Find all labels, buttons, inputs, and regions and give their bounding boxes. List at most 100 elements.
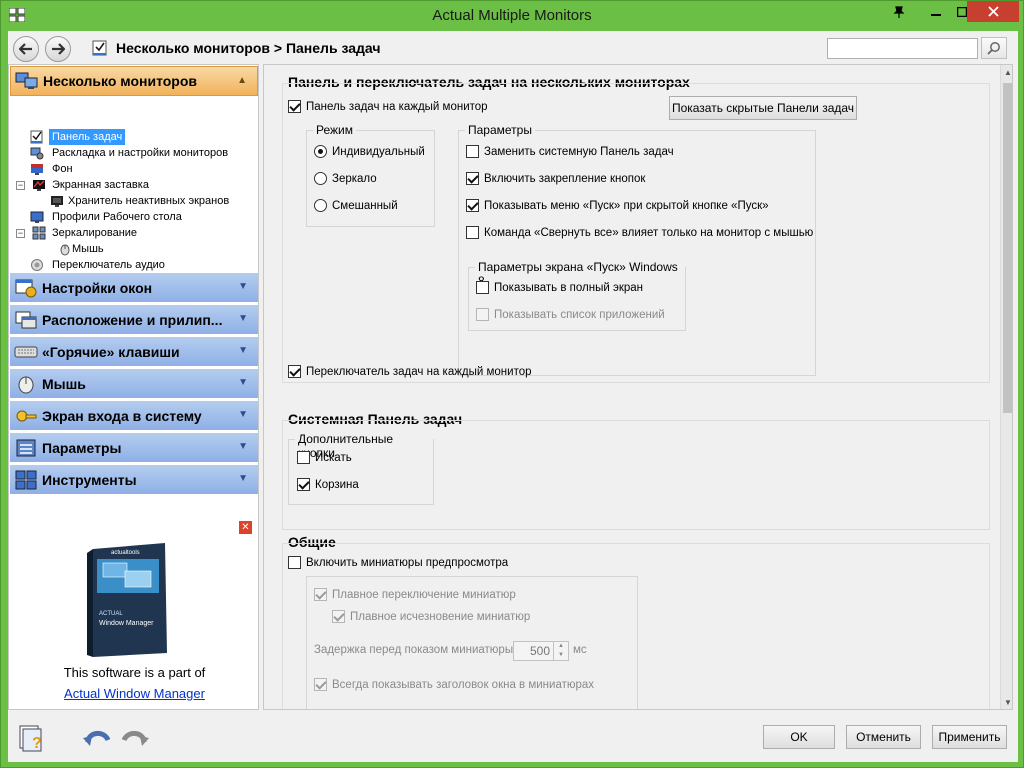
section-label: «Горячие» клавиши — [42, 343, 180, 360]
scroll-thumb[interactable] — [1003, 83, 1012, 413]
section-multiple-monitors[interactable]: Несколько мониторов ▲ — [10, 66, 258, 96]
svg-text:?: ? — [32, 735, 42, 752]
tree-item-taskbar[interactable]: Панель задач — [10, 129, 258, 145]
product-box-image: actualtools ACTUAL Window Manager — [87, 543, 167, 657]
arrow-right-icon — [52, 43, 65, 55]
smooth-fade-checkbox[interactable]: Плавное исчезновение миниатюр — [332, 610, 530, 623]
section-login-screen[interactable]: Экран входа в систему ▼ — [10, 401, 258, 431]
scroll-up-arrow[interactable]: ▲ — [1001, 65, 1012, 81]
search-button-checkbox[interactable]: Искать — [297, 451, 352, 464]
layout-icon — [14, 309, 38, 331]
cancel-button[interactable]: Отменить — [846, 725, 921, 749]
checkbox[interactable] — [288, 100, 301, 113]
section-hotkeys[interactable]: «Горячие» клавиши ▼ — [10, 337, 258, 367]
show-hidden-taskbars-button[interactable]: Показать скрытые Панели задач — [669, 96, 857, 120]
desktop-profiles-icon — [30, 211, 44, 223]
pin-icon[interactable] — [888, 1, 910, 22]
search-input[interactable] — [827, 38, 978, 59]
close-button[interactable] — [967, 1, 1019, 22]
redo-icon[interactable] — [120, 724, 150, 752]
section-label: Экран входа в систему — [42, 407, 202, 424]
start-fullscreen-checkbox[interactable]: Показывать в полный экран — [476, 281, 643, 294]
delay-spinbox[interactable]: 500 ▲ ▼ — [513, 641, 569, 661]
always-show-title-checkbox[interactable]: Всегда показывать заголовок окна в миниа… — [314, 678, 594, 691]
svg-text:ACTUAL: ACTUAL — [99, 611, 123, 617]
sidebar: Несколько мониторов ▲ Панель задач Раскл… — [8, 64, 259, 710]
tree-item-desktop-profiles[interactable]: Профили Рабочего стола — [10, 209, 258, 225]
svg-text:Window Manager: Window Manager — [99, 620, 154, 627]
inactive-screen-icon — [51, 196, 63, 207]
show-start-menu-checkbox[interactable]: Показывать меню «Пуск» при скрытой кнопк… — [466, 199, 769, 212]
section-window-settings[interactable]: Настройки окон ▼ — [10, 273, 258, 303]
minimize-all-mouse-monitor-checkbox[interactable]: Команда «Свернуть все» влияет только на … — [466, 226, 813, 239]
audio-icon — [31, 259, 43, 271]
monitors-icon — [15, 70, 39, 92]
section-label: Расположение и прилип... — [42, 311, 223, 328]
chevron-down-icon: ▼ — [238, 345, 248, 356]
recycle-bin-checkbox[interactable]: Корзина — [297, 478, 359, 491]
tree-item-label: Фон — [52, 163, 73, 175]
help-icon[interactable]: ? — [18, 724, 48, 752]
section-layout-snapping[interactable]: Расположение и прилип... ▼ — [10, 305, 258, 335]
tree-item-label: Панель задач — [49, 129, 126, 145]
taskbar-each-monitor-checkbox[interactable]: Панель задач на каждый монитор — [288, 100, 488, 113]
window-settings-icon — [14, 277, 38, 299]
minimize-button[interactable] — [922, 1, 949, 22]
chevron-down-icon: ▼ — [238, 313, 248, 324]
tree-item-label: Экранная заставка — [52, 179, 149, 191]
collapse-toggle[interactable]: − — [16, 229, 25, 238]
replace-system-taskbar-checkbox[interactable]: Заменить системную Панель задач — [466, 145, 674, 158]
tree-item-label: Зеркалирование — [52, 227, 138, 239]
taskbar-page-icon — [92, 40, 107, 56]
enable-pinning-checkbox[interactable]: Включить закрепление кнопок — [466, 172, 645, 185]
promo-link[interactable]: Actual Window Manager — [9, 686, 260, 701]
tree-item-inactive-screen-saver[interactable]: Хранитель неактивных экранов — [10, 193, 258, 209]
spin-arrows[interactable]: ▲ ▼ — [553, 642, 568, 660]
mode-mirror-radio[interactable]: Зеркало — [314, 172, 377, 185]
delay-label: Задержка перед показом миниатюры: — [314, 644, 517, 656]
undo-icon[interactable] — [82, 724, 112, 752]
tree-item-mirroring[interactable]: − Зеркалирование — [10, 225, 258, 241]
mouse-icon — [14, 373, 38, 395]
collapse-toggle[interactable]: − — [16, 181, 25, 190]
search-button[interactable] — [981, 37, 1007, 59]
scroll-down-arrow[interactable]: ▼ — [1001, 695, 1012, 709]
tree-item-monitor-layout[interactable]: Раскладка и настройки мониторов — [10, 145, 258, 161]
section-label: Параметры — [42, 439, 122, 456]
tree-item-audio-switcher[interactable]: Переключатель аудио — [10, 257, 258, 273]
tree-item-screensaver[interactable]: − Экранная заставка — [10, 177, 258, 193]
apply-button[interactable]: Применить — [932, 725, 1007, 749]
settings-panel: Панель и переключатель задач на нескольк… — [263, 64, 1013, 710]
vertical-scrollbar[interactable]: ▲ ▼ — [1000, 65, 1012, 709]
chevron-down-icon: ▼ — [238, 281, 248, 292]
promo-close-button[interactable]: ✕ — [239, 521, 252, 534]
section-mouse[interactable]: Мышь ▼ — [10, 369, 258, 399]
show-app-list-checkbox[interactable]: Показывать список приложений — [476, 308, 665, 321]
mirroring-icon — [32, 226, 46, 240]
enable-thumbnails-checkbox[interactable]: Включить миниатюры предпросмотра — [288, 556, 508, 569]
mode-mixed-radio[interactable]: Смешанный — [314, 199, 398, 212]
section-tools[interactable]: Инструменты ▼ — [10, 465, 258, 495]
forward-button[interactable] — [45, 36, 71, 62]
keyboard-icon — [14, 341, 38, 363]
arrow-left-icon — [19, 43, 32, 55]
tree-item-background[interactable]: Фон — [10, 161, 258, 177]
client-area: Несколько мониторов > Панель задач Неско… — [8, 31, 1018, 762]
chevron-down-icon: ▼ — [238, 409, 248, 420]
ok-button[interactable]: OK — [763, 725, 835, 749]
mode-individual-radio[interactable]: Индивидуальный — [314, 145, 425, 158]
nav-tree: Панель задач Раскладка и настройки монит… — [10, 129, 258, 273]
back-button[interactable] — [13, 36, 39, 62]
task-switcher-each-monitor-checkbox[interactable]: Переключатель задач на каждый монитор — [288, 365, 532, 378]
search-icon — [987, 42, 1000, 55]
key-icon — [14, 405, 38, 427]
title-bar: Actual Multiple Monitors — [1, 1, 1023, 31]
section-options[interactable]: Параметры ▼ — [10, 433, 258, 463]
chevron-up-icon: ▲ — [237, 75, 247, 86]
extra-buttons-group: Дополнительные кнопки — [288, 432, 434, 505]
smooth-switch-checkbox[interactable]: Плавное переключение миниатюр — [314, 588, 516, 601]
delay-unit: мс — [573, 644, 587, 656]
tree-item-mouse[interactable]: Мышь — [10, 241, 258, 257]
promo-text: This software is a part of — [63, 665, 206, 680]
tree-item-label: Переключатель аудио — [52, 259, 165, 271]
